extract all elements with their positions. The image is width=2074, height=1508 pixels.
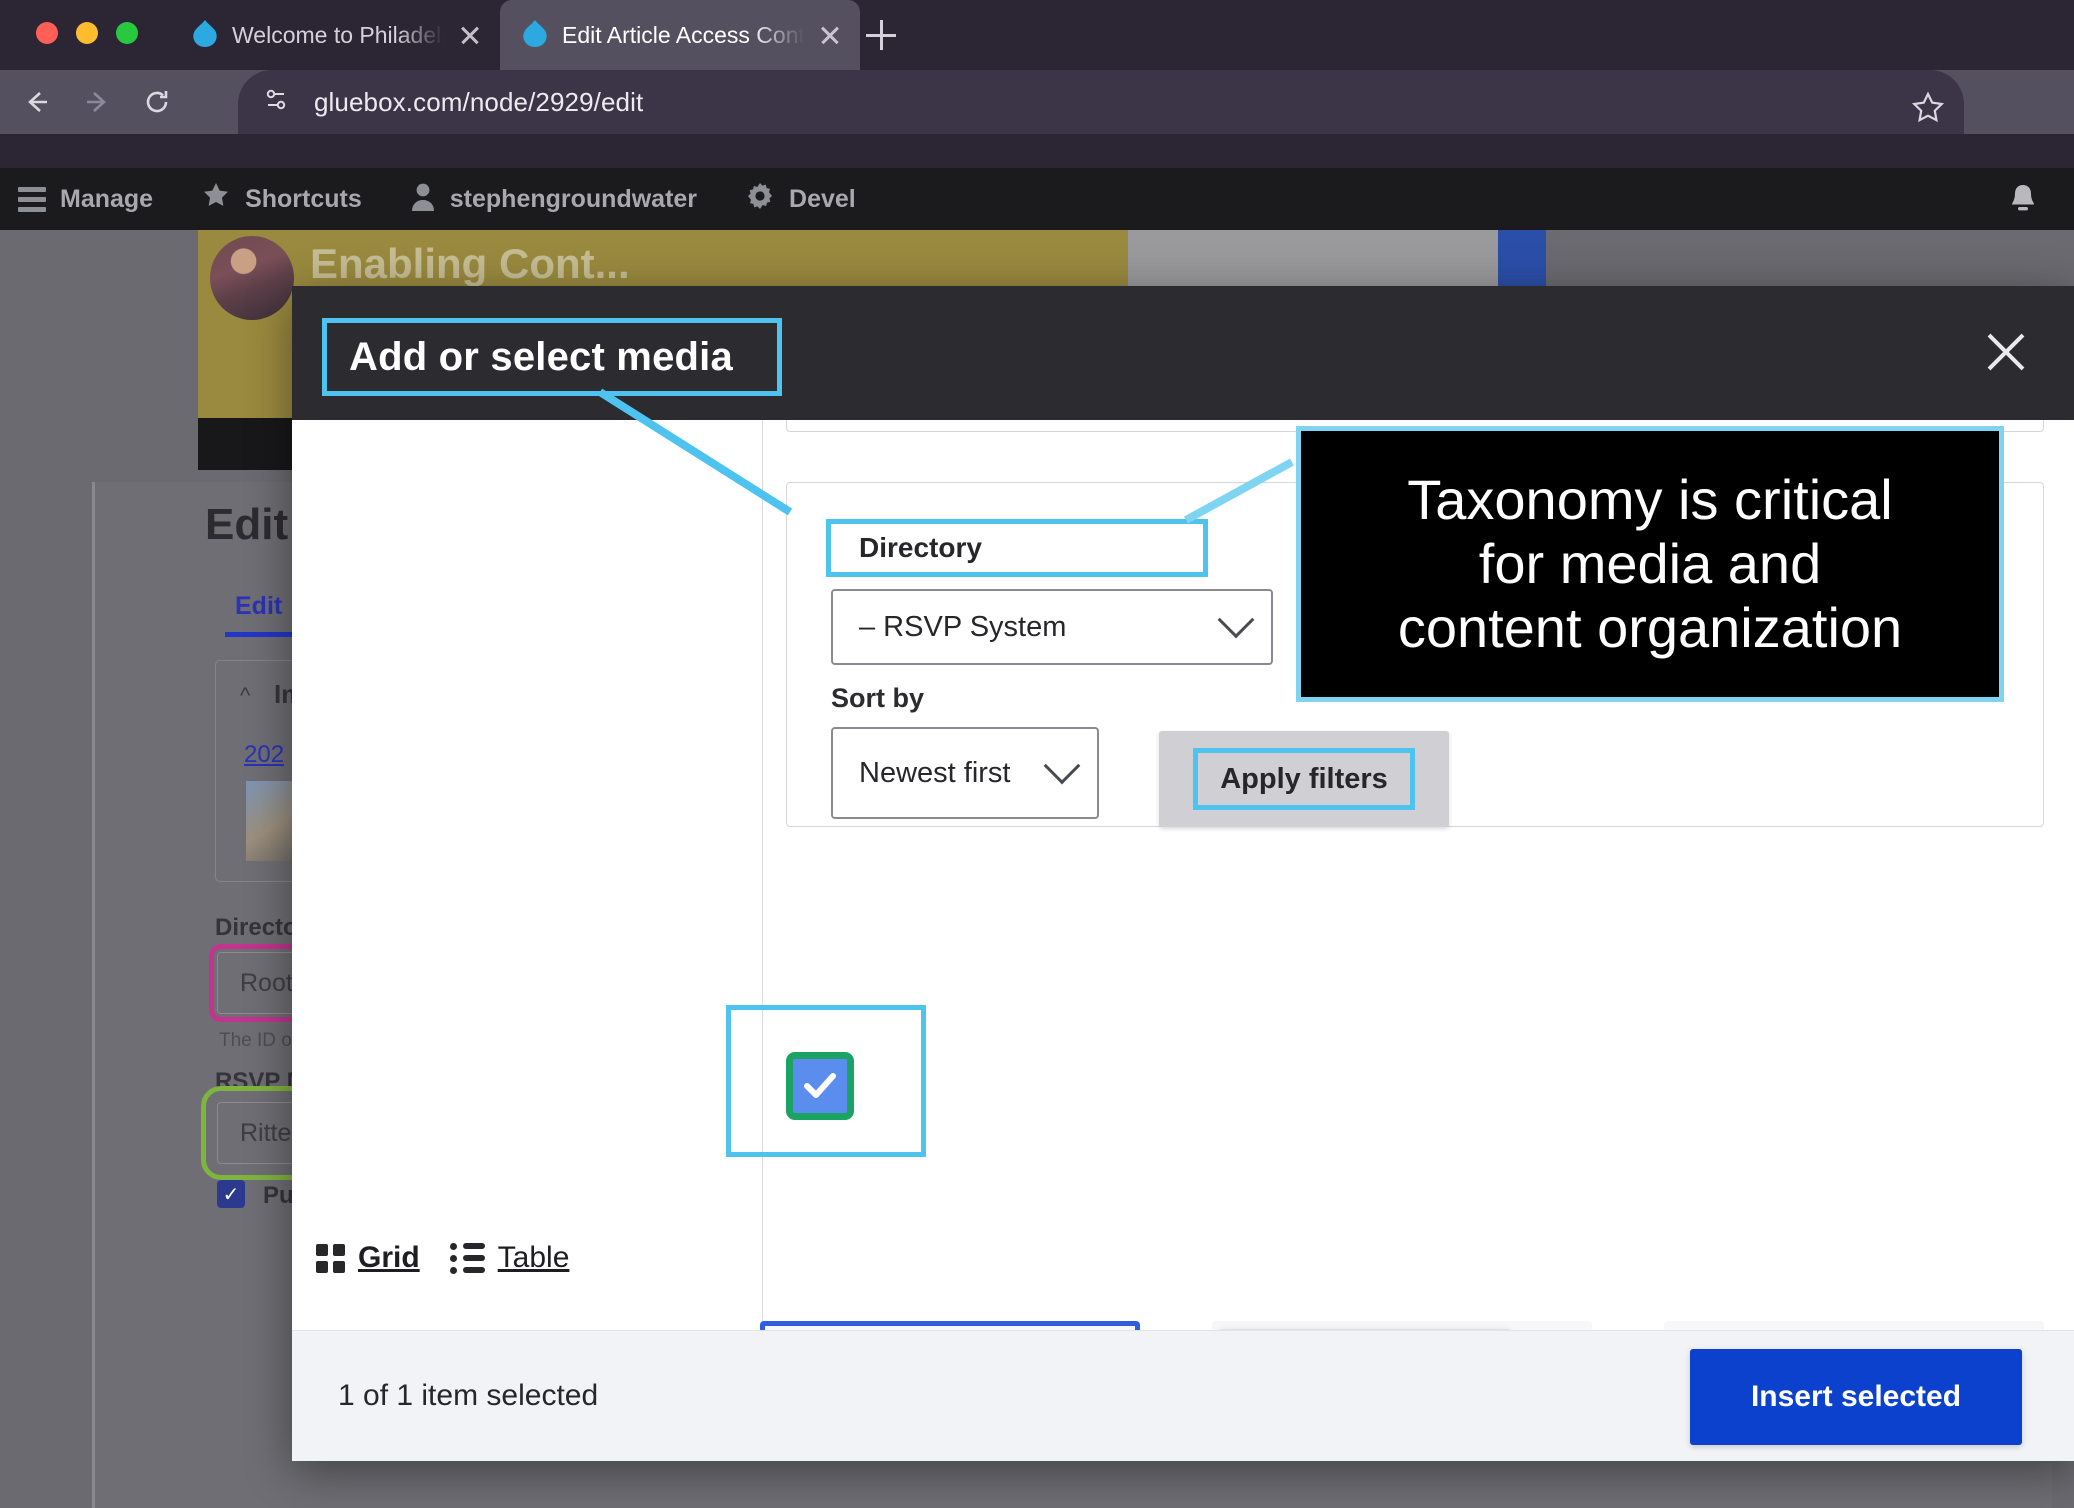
taxonomy-callout-line-1: Taxonomy is critical	[1407, 468, 1893, 532]
address-bar[interactable]: gluebox.com/node/2929/edit	[238, 70, 1964, 134]
toolbar-item-user[interactable]: stephengroundwater	[386, 168, 721, 230]
selection-status: 1 of 1 item selected	[338, 1379, 599, 1412]
user-icon	[410, 181, 436, 218]
directory-select-value: – RSVP System	[859, 610, 1067, 643]
toolbar-item-shortcuts[interactable]: Shortcuts	[177, 168, 386, 230]
directory-select[interactable]: – RSVP System	[831, 589, 1273, 665]
drupal-icon	[192, 20, 218, 50]
toolbar-item-manage[interactable]: Manage	[0, 168, 177, 230]
browser-tab-1-title: Welcome to Philadelphia | RSV	[232, 21, 444, 48]
taxonomy-callout-line-2: for media and	[1478, 532, 1822, 596]
drupal-icon	[522, 20, 548, 50]
view-switch-grid-label: Grid	[358, 1241, 420, 1274]
divider	[762, 420, 763, 1330]
directory-label: Directory	[859, 532, 982, 563]
dialog-header: Add or select media	[292, 286, 2074, 420]
sort-by-label: Sort by	[831, 683, 925, 713]
dialog-title-highlight: Add or select media	[322, 318, 782, 396]
dialog-title: Add or select media	[349, 334, 733, 379]
minimize-window-button[interactable]	[76, 22, 98, 44]
window-controls[interactable]	[36, 22, 138, 44]
grid-icon	[316, 1243, 345, 1273]
toolbar-item-devel-label: Devel	[789, 184, 856, 213]
site-settings-icon[interactable]	[262, 85, 292, 120]
bell-icon[interactable]	[2006, 182, 2040, 216]
new-tab-button[interactable]	[862, 16, 900, 54]
apply-filters-button[interactable]: Apply filters	[1159, 731, 1449, 827]
list-icon	[450, 1243, 485, 1274]
close-icon[interactable]	[1980, 326, 2032, 378]
toolbar-item-devel[interactable]: Devel	[721, 168, 880, 230]
apply-filters-highlight: Apply filters	[1193, 748, 1415, 810]
browser-tab-1[interactable]: Welcome to Philadelphia | RSV	[170, 0, 500, 70]
media-grid: rsvp-system.org/events-guide Breadcrumb …	[760, 1321, 2044, 1330]
apply-filters-label: Apply filters	[1220, 762, 1388, 795]
view-switch-table[interactable]: Table	[450, 1241, 570, 1275]
insert-selected-label: Insert selected	[1750, 1380, 1962, 1413]
media-item-2[interactable]: 's profile Your most recent edits Conten…	[1212, 1321, 1592, 1330]
media-item-1[interactable]: rsvp-system.org/events-guide Breadcrumb …	[760, 1321, 1140, 1330]
tab-strip: Welcome to Philadelphia | RSV Edit Artic…	[0, 0, 2074, 70]
avatar	[210, 236, 294, 320]
sort-by-select-value: Newest first	[859, 756, 1011, 789]
hamburger-icon[interactable]	[18, 186, 46, 212]
url-bar-row: gluebox.com/node/2929/edit	[0, 70, 2074, 134]
background-panel-link[interactable]: 202	[244, 741, 284, 769]
directory-label-highlight: Directory	[826, 519, 1208, 577]
background-page-title: Edit	[205, 500, 289, 549]
browser-tab-2-close-icon[interactable]	[818, 23, 842, 47]
browser-tab-2-title: Edit Article Access Control Us	[562, 21, 804, 48]
chevron-up-icon[interactable]: ^	[240, 683, 250, 709]
toolbar-item-manage-label: Manage	[60, 184, 154, 213]
maximize-window-button[interactable]	[116, 22, 138, 44]
chevron-down-icon	[1043, 747, 1081, 785]
toolbar-item-shortcuts-label: Shortcuts	[245, 184, 362, 213]
drupal-admin-toolbar: Manage Shortcuts stephengroundwater Deve…	[0, 168, 2074, 230]
view-switch-table-label: Table	[497, 1241, 570, 1274]
close-window-button[interactable]	[36, 22, 58, 44]
media-item-3[interactable]: WAVE Summary 0 0 23 47 23 96 Drupal CMS …	[1664, 1321, 2044, 1330]
background-article-title: Enabling Cont...	[310, 240, 630, 287]
star-icon[interactable]	[1910, 90, 1946, 126]
background-published-checkbox[interactable]: ✓	[217, 1180, 245, 1208]
reload-icon[interactable]	[134, 79, 180, 125]
browser-chrome: Welcome to Philadelphia | RSV Edit Artic…	[0, 0, 2074, 168]
view-switch-grid[interactable]: Grid	[316, 1241, 420, 1275]
background-tab-edit[interactable]: Edit	[235, 592, 282, 621]
checkmark-icon	[804, 1073, 836, 1098]
taxonomy-callout: Taxonomy is critical for media and conte…	[1296, 426, 2004, 702]
insert-selected-button[interactable]: Insert selected	[1690, 1349, 2022, 1445]
star-icon	[201, 181, 231, 218]
sort-by-select[interactable]: Newest first	[831, 727, 1099, 819]
browser-tab-1-close-icon[interactable]	[458, 23, 482, 47]
toolbar-item-user-label: stephengroundwater	[449, 184, 698, 213]
background-blue-strip	[1498, 230, 1546, 290]
gear-icon	[745, 181, 775, 218]
view-switcher: Grid Table	[316, 1241, 569, 1275]
browser-tab-2[interactable]: Edit Article Access Control Us	[500, 0, 860, 70]
forward-arrow-icon[interactable]	[74, 79, 120, 125]
taxonomy-callout-line-3: content organization	[1397, 595, 1903, 659]
back-arrow-icon[interactable]	[14, 79, 60, 125]
address-bar-url: gluebox.com/node/2929/edit	[314, 86, 644, 117]
media-item-1-checkbox[interactable]	[786, 1052, 854, 1120]
dialog-footer: 1 of 1 item selected Insert selected	[292, 1330, 2074, 1461]
chevron-down-icon	[1217, 601, 1255, 639]
